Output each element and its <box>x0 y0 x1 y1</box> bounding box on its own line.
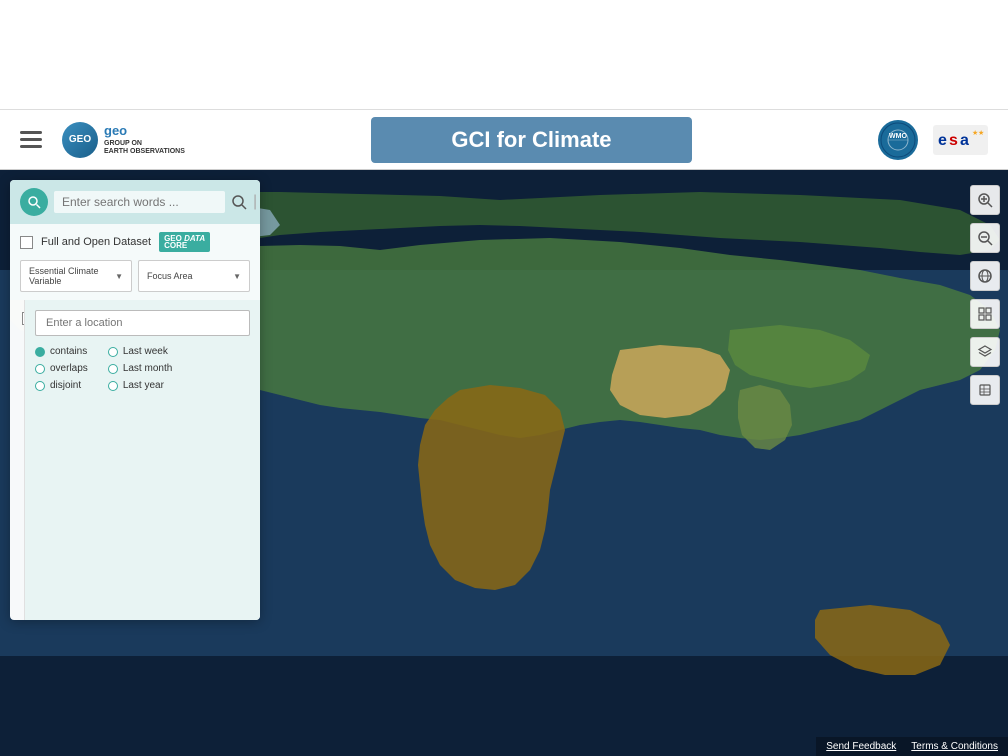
send-feedback-link[interactable]: Send Feedback <box>826 741 896 752</box>
geo-word: geo <box>104 123 185 140</box>
header-right: WMO e s a ★ ★ <box>878 120 988 160</box>
geo-logo: GEO geo GROUP ONEARTH OBSERVATIONS <box>62 122 185 158</box>
geo-logo-abbr: GEO <box>69 134 91 145</box>
search-bar: | <box>10 180 260 224</box>
list-item[interactable]: Pressure <box>10 571 25 593</box>
hamburger-line-2 <box>20 138 42 141</box>
map-footer: Send Feedback Terms & Conditions <box>816 737 1008 756</box>
ecv-label: Essential Climate Variable <box>29 266 115 286</box>
zoom-out-button[interactable] <box>970 223 1000 253</box>
geo-logo-text-block: geo GROUP ONEARTH OBSERVATIONS <box>104 123 185 157</box>
geo-data-badge: GEO DATA CORE <box>159 232 210 252</box>
last-week-radio[interactable]: Last week <box>108 346 172 357</box>
title-banner: GCI for Climate <box>371 117 691 163</box>
divider-bar: | <box>253 193 257 211</box>
page-title: GCI for Climate <box>451 127 611 152</box>
header: GEO geo GROUP ONEARTH OBSERVATIONS GCI f… <box>0 110 1008 170</box>
spatial-radio-col: contains overlaps disjoint <box>35 346 88 391</box>
right-toolbar <box>970 185 1000 405</box>
globe-icon <box>977 268 993 284</box>
contains-label: contains <box>50 346 87 357</box>
ecv-chevron: ▼ <box>115 272 123 281</box>
disjoint-label: disjoint <box>50 380 81 391</box>
last-month-label: Last month <box>123 363 172 374</box>
top-white-bar <box>0 0 1008 110</box>
header-left: GEO geo GROUP ONEARTH OBSERVATIONS <box>20 122 185 158</box>
search-small-icon <box>27 195 41 209</box>
last-month-radio[interactable]: Last month <box>108 363 172 374</box>
list-item[interactable]: Earth Radiation Budget <box>10 375 25 421</box>
grid-button[interactable] <box>970 299 1000 329</box>
focus-chevron: ▼ <box>233 272 241 281</box>
zoom-in-button[interactable] <box>970 185 1000 215</box>
svg-text:a: a <box>960 132 969 149</box>
overlaps-circle <box>35 364 45 374</box>
location-input[interactable] <box>35 310 250 336</box>
search-icon[interactable] <box>231 194 247 210</box>
time-radio-col: Last week Last month Last year <box>108 346 172 391</box>
last-year-label: Last year <box>123 380 164 391</box>
ecv-dropdown[interactable]: Essential Climate Variable ▼ <box>20 260 132 292</box>
filter-section: Full and Open Dataset GEO DATA CORE Esse… <box>10 224 260 300</box>
search-action-icons: | <box>231 193 260 211</box>
radio-columns: contains overlaps disjoint <box>35 346 250 391</box>
last-year-radio[interactable]: Last year <box>108 380 172 391</box>
hamburger-menu[interactable] <box>20 131 42 148</box>
full-open-checkbox[interactable] <box>20 236 33 249</box>
wmo-logo: WMO <box>878 120 918 160</box>
last-week-label: Last week <box>123 346 168 357</box>
zoom-out-icon <box>977 230 993 246</box>
disjoint-circle <box>35 381 45 391</box>
last-week-circle <box>108 347 118 357</box>
contains-circle <box>35 347 45 357</box>
geo-logo-circle: GEO <box>62 122 98 158</box>
layers-button[interactable] <box>970 337 1000 367</box>
overlaps-radio[interactable]: overlaps <box>35 363 88 374</box>
list-item[interactable]: Surface and UpperAir Wind Speed <box>10 489 25 571</box>
items-list: ATMOSPHERE Surface Radiation Budget Eart… <box>10 300 25 620</box>
globe-button[interactable] <box>970 261 1000 291</box>
list-item[interactable]: Lightning <box>10 593 25 615</box>
disjoint-radio[interactable]: disjoint <box>35 380 88 391</box>
map-controls-icon <box>977 382 993 398</box>
hamburger-line-1 <box>20 131 42 134</box>
full-open-label: Full and Open Dataset <box>41 236 151 248</box>
full-open-row: Full and Open Dataset GEO DATA CORE <box>20 232 250 252</box>
list-item[interactable]: Surface Temperature <box>10 421 25 455</box>
hamburger-line-3 <box>20 145 42 148</box>
zoom-in-icon <box>977 192 993 208</box>
focus-area-dropdown[interactable]: Focus Area ▼ <box>138 260 250 292</box>
map-controls-button[interactable] <box>970 375 1000 405</box>
geo-data-badge-italic: DATA <box>184 234 205 243</box>
search-circle-button[interactable] <box>20 188 48 216</box>
right-filter-panel: contains overlaps disjoint <box>25 300 260 620</box>
grid-icon <box>977 306 993 322</box>
overlaps-label: overlaps <box>50 363 88 374</box>
svg-text:★: ★ <box>978 129 984 137</box>
layers-icon <box>977 344 993 360</box>
svg-text:WMO: WMO <box>889 133 907 140</box>
focus-label: Focus Area <box>147 271 193 281</box>
dropdowns-row: Essential Climate Variable ▼ Focus Area … <box>20 260 250 292</box>
sidebar-panel: | Full and Open Dataset GEO DATA CORE <box>10 180 260 620</box>
esa-logo: e s a ★ ★ <box>933 125 988 155</box>
list-item[interactable]: Upper Air Temperature <box>10 455 25 489</box>
search-input[interactable] <box>54 191 225 213</box>
list-item[interactable]: Surface Radiation Budget <box>10 329 25 375</box>
atmosphere-group-header: ATMOSPHERE <box>10 308 25 329</box>
svg-text:e: e <box>938 132 947 149</box>
contains-radio[interactable]: contains <box>35 346 88 357</box>
svg-text:s: s <box>949 132 958 149</box>
last-month-circle <box>108 364 118 374</box>
main-content: | Full and Open Dataset GEO DATA CORE <box>0 170 1008 756</box>
panel-body: ATMOSPHERE Surface Radiation Budget Eart… <box>10 300 260 620</box>
geo-subtitle: GROUP ONEARTH OBSERVATIONS <box>104 140 185 157</box>
terms-link[interactable]: Terms & Conditions <box>911 741 998 752</box>
last-year-circle <box>108 381 118 391</box>
